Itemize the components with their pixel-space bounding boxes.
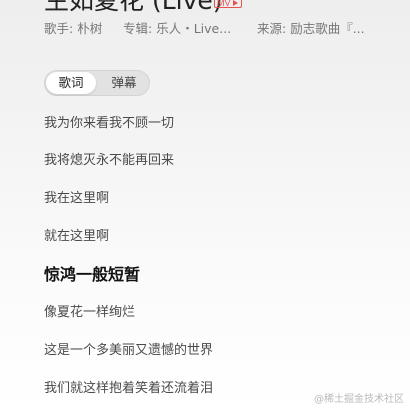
lyric-line[interactable]: 我在这里啊: [44, 190, 109, 208]
album-info: 专辑: 乐人・Live...: [123, 20, 231, 38]
source-label: 来源:: [257, 21, 287, 36]
tab-danmaku[interactable]: 弹幕: [99, 72, 149, 94]
lyric-line[interactable]: 我将熄灭永不能再回来: [44, 152, 174, 170]
album-label: 专辑:: [123, 21, 153, 36]
singer-link[interactable]: 朴树: [77, 21, 102, 36]
lyric-line[interactable]: 就在这里啊: [44, 228, 109, 246]
lyric-line-active[interactable]: 惊鸿一般短暂: [44, 265, 140, 285]
play-triangle-icon: [232, 0, 238, 6]
lyric-line[interactable]: 我们就这样抱着笑着还流着泪: [44, 380, 213, 398]
singer-label: 歌手:: [44, 21, 74, 36]
singer-info: 歌手: 朴树: [44, 20, 102, 38]
album-link[interactable]: 乐人・Live...: [156, 21, 231, 36]
mv-badge-label: MV: [217, 0, 231, 8]
source-link[interactable]: 励志歌曲『...: [290, 21, 364, 36]
tab-lyrics[interactable]: 歌词: [46, 72, 96, 94]
watermark: @稀土掘金技术社区: [314, 394, 404, 405]
lyrics-danmaku-toggle: 歌词 弹幕: [44, 70, 150, 96]
song-title: 生如夏花 (Live): [44, 0, 223, 15]
lyric-line[interactable]: 这是一个多美丽又遗憾的世界: [44, 342, 213, 360]
lyric-line[interactable]: 像夏花一样绚烂: [44, 304, 135, 322]
mv-badge[interactable]: MV: [214, 0, 242, 8]
source-info: 来源: 励志歌曲『...: [257, 20, 365, 38]
lyric-line[interactable]: 我为你来看我不顾一切: [44, 115, 174, 133]
